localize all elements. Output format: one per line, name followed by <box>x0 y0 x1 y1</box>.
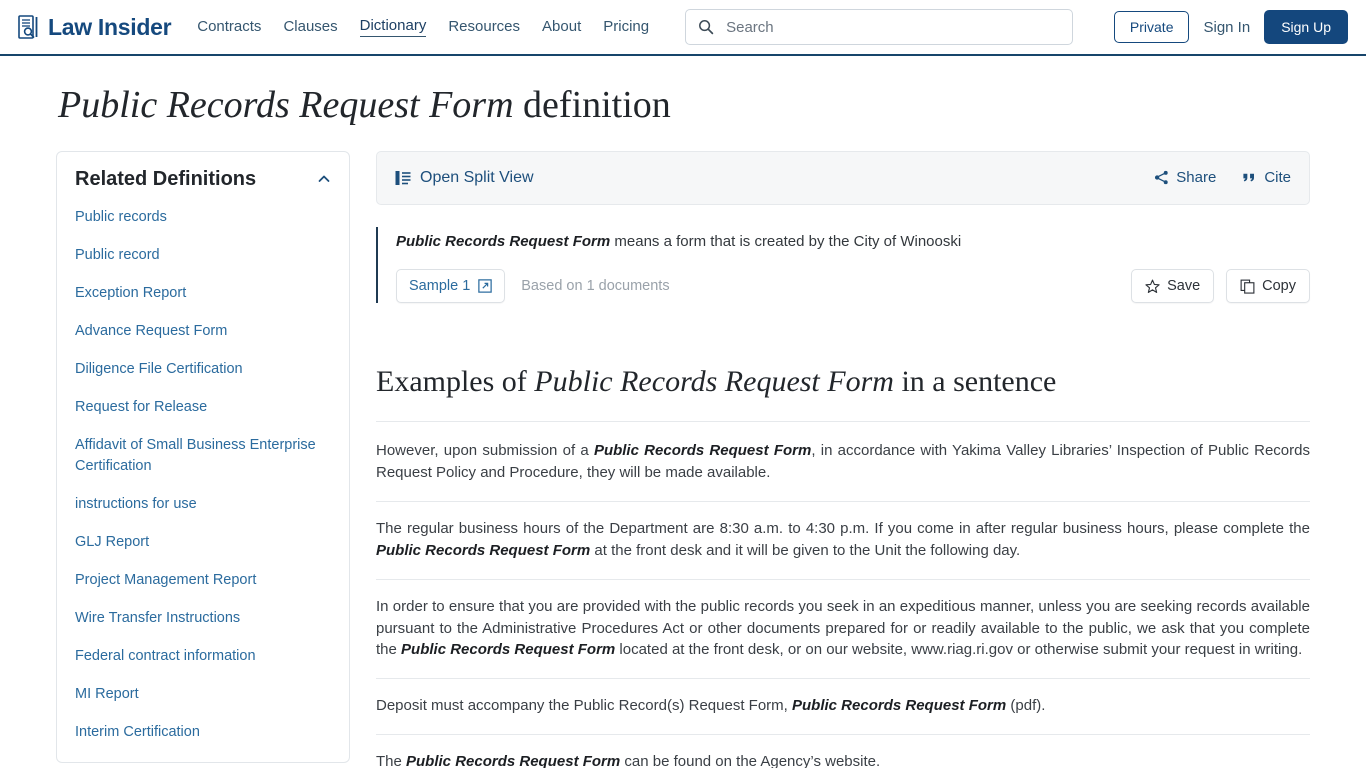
logo-link[interactable]: Law Insider <box>18 13 172 41</box>
definition-text: Public Records Request Form means a form… <box>396 231 1310 254</box>
nav-item-about[interactable]: About <box>542 18 581 37</box>
page-title-suffix: definition <box>513 84 671 126</box>
page-title: Public Records Request Form definition <box>0 56 1366 129</box>
definition-body: means a form that is created by the City… <box>610 232 962 250</box>
example-post: can be found on the Agency’s website. <box>620 753 881 768</box>
sign-in-link[interactable]: Sign In <box>1203 19 1250 36</box>
example-sentence: In order to ensure that you are provided… <box>376 580 1310 680</box>
sidebar-item-affidavit-small-business[interactable]: Affidavit of Small Business Enterprise C… <box>75 427 331 486</box>
save-button[interactable]: Save <box>1131 269 1215 304</box>
main-nav: Contracts Clauses Dictionary Resources A… <box>197 17 649 37</box>
search-box[interactable] <box>685 9 1074 45</box>
example-pre: The <box>376 753 407 768</box>
document-search-icon <box>18 15 38 39</box>
cite-label: Cite <box>1264 169 1291 187</box>
example-post: (pdf). <box>1006 697 1046 715</box>
copy-label: Copy <box>1262 278 1296 295</box>
copy-icon <box>1240 279 1255 294</box>
examples-heading: Examples of Public Records Request Form … <box>376 365 1310 423</box>
search-icon <box>699 20 714 35</box>
sidebar-item-interim-certification[interactable]: Interim Certification <box>75 714 331 752</box>
examples-heading-prefix: Examples of <box>376 365 535 399</box>
definition-card: Public Records Request Form means a form… <box>376 226 1310 304</box>
sidebar-item-public-records[interactable]: Public records <box>75 199 331 237</box>
sidebar-item-advance-request-form[interactable]: Advance Request Form <box>75 313 331 351</box>
example-sentence: The regular business hours of the Depart… <box>376 502 1310 580</box>
definition-actions: Sample 1 Based on 1 documents Save Copy <box>396 269 1310 304</box>
based-on-documents: Based on 1 documents <box>521 278 670 295</box>
sidebar-item-federal-contract-information[interactable]: Federal contract information <box>75 638 331 676</box>
related-definitions-header[interactable]: Related Definitions <box>75 168 331 199</box>
related-definitions-list: Public records Public record Exception R… <box>75 199 331 762</box>
share-label: Share <box>1176 169 1217 187</box>
cite-button[interactable]: Cite <box>1242 169 1291 186</box>
example-term: Public Records Request Form <box>401 641 616 659</box>
definition-right-actions: Save Copy <box>1131 269 1310 304</box>
header-actions: Private Sign In Sign Up <box>1113 10 1348 44</box>
toolbar-actions: Share Cite <box>1154 169 1291 186</box>
copy-button[interactable]: Copy <box>1226 269 1310 304</box>
sidebar-item-exception-report[interactable]: Exception Report <box>75 275 331 313</box>
example-sentence: However, upon submission of a Public Rec… <box>376 422 1310 502</box>
page-title-term: Public Records Request Form <box>58 84 514 126</box>
example-term: Public Records Request Form <box>593 442 812 460</box>
open-split-view-button[interactable]: Open Split View <box>395 169 534 187</box>
sidebar-item-wire-transfer-instructions[interactable]: Wire Transfer Instructions <box>75 600 331 638</box>
nav-item-clauses[interactable]: Clauses <box>283 18 337 37</box>
examples-heading-suffix: in a sentence <box>893 365 1057 399</box>
private-button[interactable]: Private <box>1113 11 1190 43</box>
share-button[interactable]: Share <box>1154 169 1216 186</box>
open-split-view-label: Open Split View <box>420 168 534 186</box>
nav-item-pricing[interactable]: Pricing <box>603 18 649 37</box>
example-pre: However, upon submission of a <box>376 442 594 460</box>
example-sentence: The Public Records Request Form can be f… <box>376 735 1310 768</box>
nav-item-dictionary[interactable]: Dictionary <box>359 17 427 37</box>
brand-name: Law Insider <box>48 13 172 40</box>
example-pre: The regular business hours of the Depart… <box>376 519 1310 537</box>
sidebar-item-instructions-for-use[interactable]: instructions for use <box>75 486 331 524</box>
chevron-up-icon[interactable] <box>317 172 331 186</box>
page-layout: Related Definitions Public records Publi… <box>0 129 1366 768</box>
related-definitions-title: Related Definitions <box>75 167 257 190</box>
nav-item-resources[interactable]: Resources <box>448 18 520 37</box>
example-term: Public Records Request Form <box>792 697 1007 715</box>
sidebar-item-diligence-file-certification[interactable]: Diligence File Certification <box>75 351 331 389</box>
sample-1-button[interactable]: Sample 1 <box>396 269 506 304</box>
sidebar-item-project-management-report[interactable]: Project Management Report <box>75 562 331 600</box>
split-view-icon <box>395 170 411 185</box>
external-link-icon <box>478 279 493 293</box>
sidebar-item-public-record[interactable]: Public record <box>75 237 331 275</box>
example-sentence: Deposit must accompany the Public Record… <box>376 679 1310 736</box>
site-header: Law Insider Contracts Clauses Dictionary… <box>0 0 1366 56</box>
search-input[interactable] <box>724 17 1061 37</box>
sidebar-item-mi-report[interactable]: MI Report <box>75 676 331 714</box>
save-label: Save <box>1167 278 1201 295</box>
example-term: Public Records Request Form <box>376 541 591 559</box>
definition-toolbar: Open Split View Share Cite <box>376 150 1310 205</box>
example-post: located at the front desk, or on our web… <box>615 641 1303 659</box>
star-icon <box>1145 279 1160 293</box>
sidebar-item-request-for-release[interactable]: Request for Release <box>75 389 331 427</box>
quote-icon <box>1243 173 1255 182</box>
definition-term: Public Records Request Form <box>396 232 611 250</box>
examples-heading-term: Public Records Request Form <box>534 365 894 399</box>
example-term: Public Records Request Form <box>406 753 621 768</box>
sign-up-button[interactable]: Sign Up <box>1264 10 1348 44</box>
nav-item-contracts[interactable]: Contracts <box>197 18 261 37</box>
sidebar-item-glj-report[interactable]: GLJ Report <box>75 524 331 562</box>
sample-1-label: Sample 1 <box>409 278 471 295</box>
share-icon <box>1155 170 1168 185</box>
main-content: Open Split View Share Cite Public Record… <box>376 150 1310 768</box>
example-post: at the front desk and it will be given t… <box>590 541 1021 559</box>
sidebar-item-letter-of-transmittal[interactable]: Letter of Transmittal and Election Form <box>75 752 331 762</box>
related-definitions-panel: Related Definitions Public records Publi… <box>56 150 350 763</box>
example-pre: Deposit must accompany the Public Record… <box>376 697 792 715</box>
